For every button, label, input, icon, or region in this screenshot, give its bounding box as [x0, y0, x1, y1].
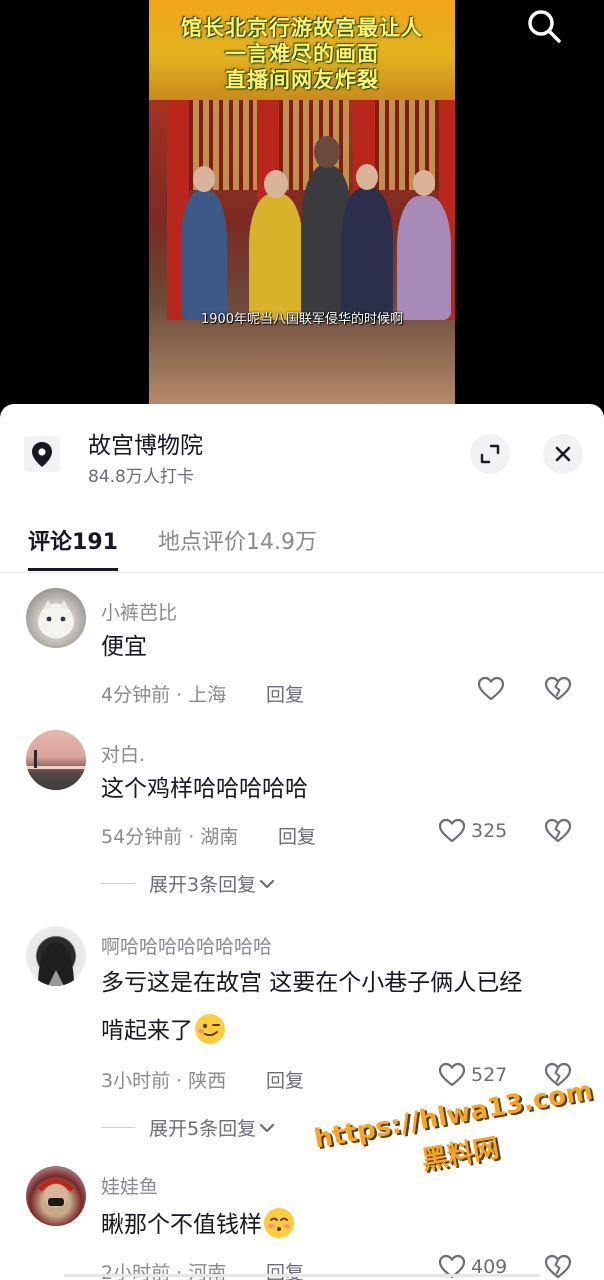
expand-line — [101, 1127, 135, 1128]
broken-heart-icon — [544, 676, 572, 701]
reply-button[interactable]: 回复 — [278, 822, 316, 849]
comment-time-location: 54分钟前 · 湖南 — [101, 826, 239, 848]
expand-line — [101, 883, 135, 884]
comment-text: 这个鸡样哈哈哈哈哈 — [101, 776, 308, 802]
reply-button[interactable]: 回复 — [266, 680, 304, 707]
chevron-down-icon — [259, 879, 275, 888]
tab-reviews-count: 14.9万 — [246, 530, 318, 555]
comment-time-location: 4分钟前 · 上海 — [101, 684, 227, 706]
comment-text: 便宜 — [101, 634, 147, 660]
palace-window — [375, 100, 445, 190]
dislike-button[interactable] — [543, 1252, 573, 1280]
person-head — [413, 170, 435, 196]
video-caption-line-2: 一言难尽的画面 — [225, 42, 379, 66]
avatar[interactable] — [26, 1166, 86, 1226]
video-frame[interactable]: 馆长北京行游故宫最让人 一言难尽的画面 直播间网友炸裂 1900年呢当八国联军侵… — [149, 0, 455, 404]
close-button[interactable] — [543, 434, 583, 474]
heart-outline-icon — [438, 1062, 466, 1087]
video-caption-line-1: 馆长北京行游故宫最让人 — [181, 16, 423, 40]
person-figure — [249, 194, 303, 320]
hooded-figure-avatar-image — [38, 942, 74, 986]
video-caption-line-3: 直播间网友炸裂 — [225, 68, 379, 92]
comment-author[interactable]: 啊哈哈哈哈哈哈哈哈 — [101, 932, 272, 959]
comment-author[interactable]: 小裤芭比 — [101, 598, 177, 625]
person-head — [193, 166, 215, 192]
broken-heart-icon — [544, 818, 572, 843]
location-name[interactable]: 故宫博物院 — [88, 426, 203, 460]
person-head — [264, 170, 288, 198]
comment-text: 瞅那个不值钱样 — [101, 1204, 294, 1246]
tab-location-reviews[interactable]: 地点评价14.9万 — [158, 524, 317, 556]
person-avatar-image — [38, 1178, 74, 1208]
heart-outline-icon — [477, 676, 505, 701]
person-head — [314, 136, 340, 168]
person-figure — [341, 188, 393, 320]
like-button[interactable]: 325 — [437, 816, 507, 846]
like-button[interactable]: 527 — [437, 1060, 507, 1090]
like-count: 527 — [471, 1064, 508, 1086]
location-checkins: 84.8万人打卡 — [88, 467, 194, 487]
search-button[interactable] — [524, 6, 564, 46]
search-icon — [528, 10, 561, 43]
broken-heart-icon — [544, 1254, 572, 1279]
smirk-emoji-icon — [195, 1014, 225, 1044]
person-figure — [397, 196, 451, 320]
comment-time-location: 3小时前 · 陕西 — [101, 1070, 227, 1092]
tab-comments-label: 评论 — [28, 530, 73, 555]
tab-comments[interactable]: 评论191 — [28, 524, 118, 556]
expand-replies-button[interactable]: 展开3条回复 — [101, 870, 278, 897]
heart-outline-icon — [438, 818, 466, 843]
avatar[interactable] — [26, 926, 86, 986]
dislike-button[interactable] — [543, 816, 573, 846]
active-tab-indicator — [28, 568, 118, 571]
comment-text-line-2-text: 啃起来了 — [101, 1018, 193, 1044]
location-icon-box — [24, 436, 60, 472]
expand-button[interactable] — [470, 434, 510, 474]
comment-text-line-2: 啃起来了 — [101, 1010, 225, 1052]
dislike-button[interactable] — [543, 674, 573, 704]
tab-reviews-label: 地点评价 — [158, 530, 247, 555]
landscape-avatar-image — [26, 750, 86, 769]
video-player[interactable]: 馆长北京行游故宫最让人 一言难尽的画面 直播间网友炸裂 1900年呢当八国联军侵… — [0, 0, 604, 404]
reply-button[interactable]: 回复 — [266, 1066, 304, 1093]
video-subtitle: 1900年呢当八国联军侵华的时候啊 — [200, 312, 404, 327]
chevron-down-icon — [259, 1123, 275, 1132]
expand-replies-label: 展开3条回复 — [149, 874, 257, 896]
avatar[interactable] — [26, 730, 86, 790]
person-head — [356, 164, 378, 190]
expand-replies-button[interactable]: 展开5条回复 — [101, 1114, 278, 1141]
home-indicator — [64, 1274, 540, 1277]
person-figure — [181, 190, 227, 320]
comment-text-body: 瞅那个不值钱样 — [101, 1212, 262, 1238]
like-button[interactable] — [476, 674, 510, 704]
video-caption-banner: 馆长北京行游故宫最让人 一言难尽的画面 直播间网友炸裂 — [149, 0, 455, 100]
close-icon — [555, 446, 571, 462]
comment-author[interactable]: 娃娃鱼 — [101, 1172, 158, 1199]
shy-emoji-icon — [264, 1208, 294, 1238]
expand-icon — [480, 444, 500, 464]
tab-comments-count: 191 — [72, 530, 118, 555]
location-pin-icon — [32, 442, 52, 467]
cat-avatar-image — [38, 600, 74, 638]
expand-replies-label: 展开5条回复 — [149, 1118, 257, 1140]
tab-divider — [0, 572, 604, 573]
comment-author[interactable]: 对白. — [101, 740, 145, 767]
like-count: 325 — [471, 820, 508, 842]
avatar[interactable] — [26, 588, 86, 648]
comment-text-line-1: 多亏这是在故宫 这要在个小巷子俩人已经 — [101, 970, 523, 996]
